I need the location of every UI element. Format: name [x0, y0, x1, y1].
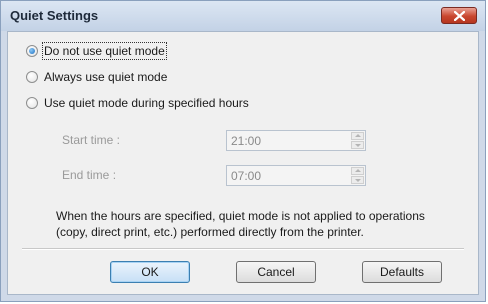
option-do-not-use[interactable]: Do not use quiet mode: [26, 42, 167, 60]
quiet-mode-note: When the hours are specified, quiet mode…: [56, 209, 425, 239]
option-always-use[interactable]: Always use quiet mode: [26, 68, 167, 86]
ok-button[interactable]: OK: [110, 261, 190, 283]
start-time-label: Start time :: [62, 133, 121, 147]
option-label: Do not use quiet mode: [42, 42, 167, 60]
cancel-button[interactable]: Cancel: [236, 261, 316, 283]
radio-specified-hours[interactable]: [26, 97, 38, 109]
quiet-settings-dialog: Quiet Settings Do not use quiet mode Alw…: [0, 0, 486, 302]
end-time-label: End time :: [62, 168, 117, 182]
spin-up-icon[interactable]: [351, 132, 364, 140]
option-label: Use quiet mode during specified hours: [44, 96, 249, 110]
start-time-field[interactable]: 21:00: [226, 130, 366, 151]
radio-always-use[interactable]: [26, 71, 38, 83]
divider: [22, 248, 464, 250]
option-label: Always use quiet mode: [44, 70, 168, 84]
title-bar: Quiet Settings: [1, 1, 485, 31]
close-icon: [454, 11, 465, 21]
end-time-field[interactable]: 07:00: [226, 165, 366, 186]
dialog-title: Quiet Settings: [10, 8, 99, 23]
end-time-spinner[interactable]: [351, 167, 364, 184]
spin-down-icon[interactable]: [351, 176, 364, 184]
start-time-value: 21:00: [231, 134, 262, 148]
radio-do-not-use[interactable]: [26, 45, 38, 57]
spin-up-icon[interactable]: [351, 167, 364, 175]
end-time-value: 07:00: [231, 169, 262, 183]
close-button[interactable]: [441, 7, 477, 24]
dialog-body: Do not use quiet mode Always use quiet m…: [7, 31, 479, 295]
defaults-button[interactable]: Defaults: [362, 261, 442, 283]
start-time-spinner[interactable]: [351, 132, 364, 149]
spin-down-icon[interactable]: [351, 141, 364, 149]
option-specified-hours[interactable]: Use quiet mode during specified hours: [26, 94, 249, 112]
